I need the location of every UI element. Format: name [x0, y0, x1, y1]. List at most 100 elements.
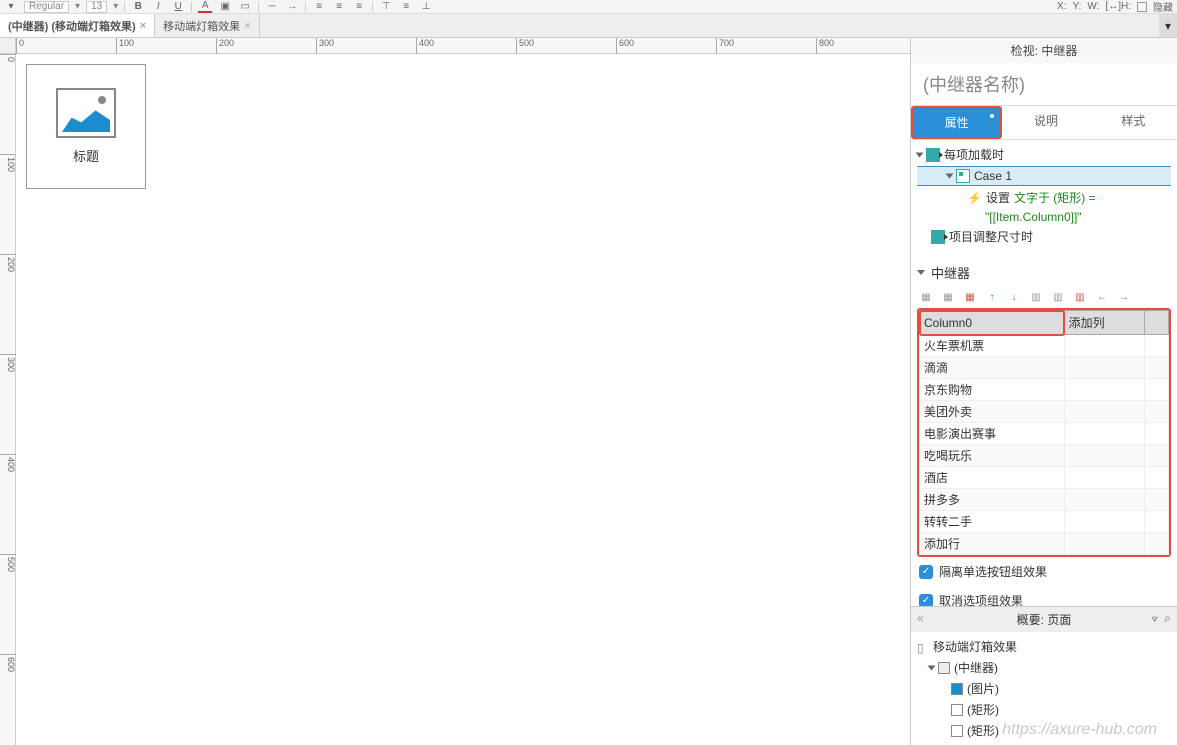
tab-notes[interactable]: 说明: [1002, 106, 1089, 139]
event-onitemload[interactable]: 每项加载时: [917, 144, 1171, 165]
ruler-tick: 600: [0, 654, 16, 672]
event-onresize[interactable]: 项目调整尺寸时: [917, 226, 1171, 247]
tab-overflow-icon[interactable]: ▾: [1159, 14, 1177, 37]
column-header[interactable]: Column0: [920, 311, 1065, 335]
delete-col-icon[interactable]: ▥: [1073, 290, 1087, 304]
data-cell[interactable]: 滴滴: [920, 357, 1065, 379]
widget-name-field[interactable]: (中继器名称): [911, 63, 1177, 105]
inspector-header: 检视: 中继器: [911, 38, 1177, 63]
add-column-header[interactable]: 添加列: [1064, 311, 1144, 335]
tab-label: (中继器) (移动端灯箱效果): [8, 18, 136, 34]
data-cell[interactable]: [1064, 445, 1144, 467]
border-color-icon[interactable]: ▭: [238, 1, 252, 13]
action-value-row: "[[Item.Column0]]": [917, 208, 1171, 226]
align-right-icon[interactable]: ≡: [352, 1, 366, 13]
isolate-radio-check[interactable]: ✓ 隔离单选按钮组效果: [917, 557, 1171, 586]
expand-icon[interactable]: [946, 174, 954, 179]
tab-label: 属性: [945, 116, 969, 130]
outline-item-image[interactable]: (图片): [917, 678, 1171, 699]
outline-item-page[interactable]: 移动端灯箱效果: [917, 636, 1171, 657]
line-style-icon[interactable]: ─: [265, 1, 279, 13]
data-cell[interactable]: [1064, 401, 1144, 423]
grid-icon[interactable]: ▦: [941, 290, 955, 304]
data-cell[interactable]: 美团外卖: [920, 401, 1065, 423]
ruler-tick: 300: [0, 354, 16, 372]
tab-lightbox[interactable]: 移动端灯箱效果 ×: [155, 14, 259, 37]
col-icon[interactable]: ▥: [1051, 290, 1065, 304]
separator: [191, 2, 192, 12]
tab-properties[interactable]: 属性: [911, 106, 1002, 139]
search-icon[interactable]: ⌕: [1164, 611, 1171, 626]
section-label: 中继器: [931, 263, 970, 282]
data-cell[interactable]: [1064, 489, 1144, 511]
checkbox-icon: ✓: [919, 594, 933, 607]
up-icon[interactable]: ↑: [985, 290, 999, 304]
left-icon[interactable]: ←: [1095, 290, 1109, 304]
dropdown-icon[interactable]: ▾: [4, 1, 18, 13]
ruler-tick: 100: [0, 154, 16, 172]
action-row[interactable]: ⚡ 设置 文字于 (矩形) =: [917, 187, 1171, 208]
grid-icon[interactable]: ▦: [919, 290, 933, 304]
expand-icon[interactable]: [928, 665, 936, 670]
valign-bot-icon[interactable]: ⊥: [419, 1, 433, 13]
font-size-select[interactable]: 13: [86, 1, 107, 13]
data-cell[interactable]: [1064, 467, 1144, 489]
col-icon[interactable]: ▥: [1029, 290, 1043, 304]
data-cell[interactable]: 转转二手: [920, 511, 1065, 533]
dropdown-icon: ▾: [75, 1, 80, 12]
bold-icon[interactable]: B: [131, 1, 145, 13]
data-cell[interactable]: [1064, 335, 1144, 357]
case-row[interactable]: Case 1: [917, 166, 1171, 186]
canvas[interactable]: 标题: [16, 54, 910, 745]
data-cell[interactable]: [1064, 423, 1144, 445]
down-icon[interactable]: ↓: [1007, 290, 1021, 304]
data-cell[interactable]: 京东购物: [920, 379, 1065, 401]
data-cell[interactable]: 电影演出赛事: [920, 423, 1065, 445]
ruler-tick: 300: [316, 38, 334, 54]
hide-label: 隐藏: [1153, 0, 1173, 14]
italic-icon[interactable]: I: [151, 1, 165, 13]
ruler-tick: 100: [116, 38, 134, 54]
data-cell[interactable]: [1064, 379, 1144, 401]
outline-header: « 概要: 页面 ⟇ ⌕: [911, 606, 1177, 632]
outline-item-repeater[interactable]: (中继器): [917, 657, 1171, 678]
image-icon: [951, 683, 963, 695]
font-select[interactable]: Regular: [24, 1, 69, 13]
data-cell[interactable]: [1064, 533, 1144, 555]
data-cell[interactable]: 拼多多: [920, 489, 1065, 511]
cancel-selection-check[interactable]: ✓ 取消选项组效果: [917, 586, 1171, 606]
ruler-tick: 800: [816, 38, 834, 54]
delete-icon[interactable]: ▦: [963, 290, 977, 304]
hide-checkbox[interactable]: [1137, 2, 1147, 12]
filter-icon[interactable]: ⟇: [1151, 611, 1158, 626]
data-cell[interactable]: 吃喝玩乐: [920, 445, 1065, 467]
valign-top-icon[interactable]: ⊤: [379, 1, 393, 13]
data-cell[interactable]: 酒店: [920, 467, 1065, 489]
fill-color-icon[interactable]: ▣: [218, 1, 232, 13]
data-cell[interactable]: [1064, 511, 1144, 533]
align-center-icon[interactable]: ≡: [332, 1, 346, 13]
outline-item-rect[interactable]: (矩形): [917, 699, 1171, 720]
repeater-section-header[interactable]: 中继器: [917, 259, 1171, 286]
outline-item-rect[interactable]: (矩形): [917, 720, 1171, 741]
arrow-icon[interactable]: →: [285, 1, 299, 13]
close-icon[interactable]: ×: [140, 20, 146, 32]
back-icon[interactable]: «: [917, 611, 924, 625]
align-left-icon[interactable]: ≡: [312, 1, 326, 13]
data-cell[interactable]: 火车票机票: [920, 335, 1065, 357]
separator: [258, 2, 259, 12]
right-icon[interactable]: →: [1117, 290, 1131, 304]
chevron-down-icon: [917, 270, 925, 275]
add-row-cell[interactable]: 添加行: [920, 533, 1065, 555]
text-color-icon[interactable]: A: [198, 1, 212, 13]
underline-icon[interactable]: U: [171, 1, 185, 13]
data-cell[interactable]: [1064, 357, 1144, 379]
ruler-horizontal: 0 100 200 300 400 500 600 700 800: [16, 38, 910, 54]
close-icon[interactable]: ×: [244, 20, 250, 32]
tab-repeater[interactable]: (中继器) (移动端灯箱效果) ×: [0, 14, 155, 37]
valign-mid-icon[interactable]: ≡: [399, 1, 413, 13]
tab-style[interactable]: 样式: [1090, 106, 1177, 139]
document-tabbar: (中继器) (移动端灯箱效果) × 移动端灯箱效果 × ▾: [0, 14, 1177, 38]
repeater-widget[interactable]: 标题: [26, 64, 146, 189]
expand-icon[interactable]: [916, 152, 924, 157]
